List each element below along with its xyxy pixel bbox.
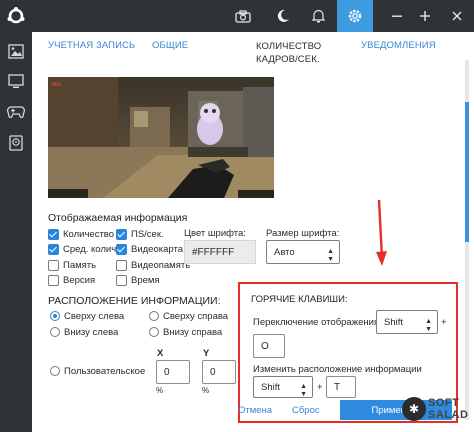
- watermark-line2: SALAD: [428, 409, 469, 421]
- checkbox-avg-fps-label: Сред. количе: [63, 244, 122, 255]
- app-logo: [0, 0, 32, 32]
- game-preview-image: RED: [48, 77, 274, 198]
- checkbox-fps-count-label: Количество к: [63, 229, 121, 240]
- tab-account[interactable]: УЧЕТНАЯ ЗАПИСЬ: [48, 40, 135, 51]
- checkbox-version-label: Версия: [63, 275, 96, 286]
- checkbox-memory[interactable]: [48, 260, 59, 271]
- sidebar-gamepad-icon[interactable]: [0, 96, 32, 126]
- checkbox-fps-count[interactable]: [48, 229, 59, 240]
- toggle-plus-sign: +: [441, 317, 447, 328]
- y-label: Y: [203, 348, 210, 359]
- tab-fps[interactable]: КОЛИЧЕСТВО КАДРОВ/СЕК.: [256, 40, 321, 66]
- title-bar: [0, 0, 474, 32]
- checkbox-gpu[interactable]: [116, 244, 127, 255]
- radio-top-left[interactable]: [50, 311, 60, 321]
- scrollbar-thumb[interactable]: [465, 102, 469, 242]
- radio-top-right-label: Сверху справа: [163, 311, 229, 322]
- annotation-arrow-icon: [376, 199, 387, 266]
- tab-general[interactable]: ОБЩИЕ: [152, 40, 188, 51]
- watermark-line1: SOFT: [428, 397, 460, 409]
- tab-fps-line1: КОЛИЧЕСТВО: [256, 41, 322, 52]
- softsalad-watermark: ✱ SOFT SALAD: [402, 393, 474, 429]
- watermark-logo-icon: ✱: [402, 397, 426, 421]
- toggle-modifier-value: Shift: [384, 316, 404, 328]
- move-plus-sign: +: [317, 382, 323, 393]
- radio-bottom-right[interactable]: [149, 327, 159, 337]
- bell-icon[interactable]: [301, 0, 335, 32]
- cancel-link[interactable]: Отмена: [238, 405, 272, 416]
- y-unit: %: [202, 386, 210, 395]
- checkbox-memory-label: Память: [63, 260, 97, 271]
- sidebar-monitor-icon[interactable]: [0, 66, 32, 96]
- font-color-label: Цвет шрифта:: [184, 228, 246, 239]
- checkbox-time[interactable]: [116, 275, 127, 286]
- move-key-input[interactable]: T: [326, 376, 356, 398]
- position-heading: РАСПОЛОЖЕНИЕ ИНФОРМАЦИИ:: [48, 295, 221, 307]
- svg-text:RED: RED: [52, 82, 61, 88]
- checkbox-video-memory[interactable]: [116, 260, 127, 271]
- move-modifier-select[interactable]: Shift ▲ ▼: [253, 376, 313, 398]
- tab-notifications[interactable]: УВЕДОМЛЕНИЯ: [361, 40, 436, 51]
- font-size-select[interactable]: Авто ▲ ▼: [266, 240, 340, 264]
- app-logo-icon: [7, 7, 25, 24]
- x-unit: %: [156, 386, 164, 395]
- radio-bottom-left-label: Внизу слева: [64, 327, 119, 338]
- radio-top-left-label: Сверху слева: [64, 311, 125, 322]
- toggle-key-input[interactable]: O: [253, 334, 285, 358]
- moon-icon[interactable]: [266, 0, 300, 32]
- checkbox-avg-fps[interactable]: [48, 244, 59, 255]
- maximize-icon[interactable]: [408, 0, 442, 32]
- font-color-input[interactable]: #FFFFFF: [184, 240, 256, 264]
- move-modifier-value: Shift: [261, 381, 281, 393]
- x-input[interactable]: 0: [156, 360, 190, 384]
- info-heading: Отображаемая информация: [48, 212, 188, 224]
- checkbox-fps-per-sec[interactable]: [116, 229, 127, 240]
- sidebar: [0, 32, 32, 432]
- font-size-label: Размер шрифта:: [266, 228, 340, 239]
- radio-bottom-left[interactable]: [50, 327, 60, 337]
- chevron-updown-icon: ▲ ▼: [425, 318, 432, 333]
- chevron-updown-icon: ▲ ▼: [327, 248, 334, 263]
- watermark-text: SOFT SALAD: [428, 397, 468, 421]
- close-icon[interactable]: [440, 0, 474, 32]
- camera-icon[interactable]: [226, 0, 260, 32]
- move-position-label: Изменить расположение информации: [253, 364, 422, 375]
- hotkeys-heading: ГОРЯЧИЕ КЛАВИШИ:: [251, 294, 348, 305]
- checkbox-gpu-label: Видеокарта: [131, 244, 184, 255]
- tab-fps-line2: КАДРОВ/СЕК.: [256, 54, 320, 65]
- checkbox-time-label: Время: [131, 275, 160, 286]
- y-input[interactable]: 0: [202, 360, 236, 384]
- checkbox-version[interactable]: [48, 275, 59, 286]
- toggle-modifier-select[interactable]: Shift ▲ ▼: [376, 310, 438, 334]
- checkbox-fps-per-sec-label: ПS/сек.: [131, 229, 164, 240]
- sidebar-gallery-icon[interactable]: [0, 36, 32, 66]
- radio-custom[interactable]: [50, 366, 60, 376]
- font-size-value: Авто: [274, 246, 295, 258]
- toggle-display-label: Переключение отображения: [253, 317, 380, 328]
- checkbox-video-memory-label: Видеопамять: [131, 260, 191, 271]
- x-label: X: [157, 348, 164, 359]
- sidebar-drive-icon[interactable]: [0, 128, 32, 158]
- reset-link[interactable]: Сброс: [292, 405, 320, 416]
- settings-gear-icon[interactable]: [337, 0, 373, 32]
- radio-custom-label: Пользовательское: [64, 366, 146, 377]
- chevron-updown-icon: ▲ ▼: [300, 383, 307, 398]
- radio-top-right[interactable]: [149, 311, 159, 321]
- radio-bottom-right-label: Внизу справа: [163, 327, 223, 338]
